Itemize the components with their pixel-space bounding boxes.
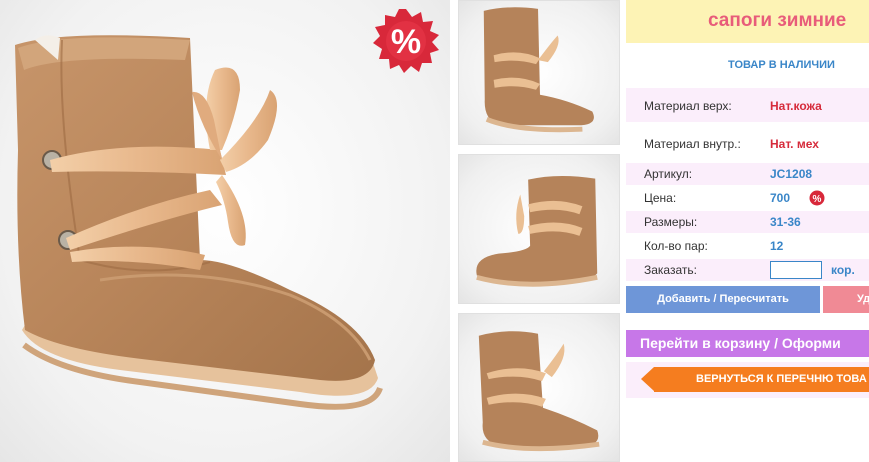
material-top-label: Материал верх:	[644, 99, 732, 113]
price-discount-text: %	[813, 194, 822, 205]
thumbnail-2[interactable]	[458, 154, 620, 304]
price-value: 700	[770, 191, 791, 205]
spec-row-order: Заказать: кор.	[626, 259, 869, 281]
spec-row-pairs: Кол-во пар: 12	[626, 235, 869, 257]
sizes-label: Размеры:	[644, 215, 698, 229]
boot-thumb-side	[483, 7, 594, 133]
sizes-value: 31-36	[770, 215, 801, 229]
spec-row-sizes: Размеры: 31-36	[626, 211, 869, 233]
pairs-value: 12	[770, 239, 784, 253]
thumbnail-1[interactable]	[458, 0, 620, 145]
spec-row-article: Артикул: JC1208	[626, 163, 869, 185]
sale-badge: %	[371, 8, 441, 74]
article-label: Артикул:	[644, 167, 693, 181]
add-recalculate-button[interactable]: Добавить / Пересчитать	[626, 286, 820, 313]
sale-badge-text: %	[391, 23, 421, 61]
spec-row-material-inner: Материал внутр.: Нат. мех	[626, 129, 869, 159]
spec-row-price: Цена: 700 %	[626, 187, 869, 209]
percent-starburst-icon: %	[373, 9, 439, 73]
pairs-label: Кол-во пар:	[644, 239, 708, 253]
order-quantity-input[interactable]	[770, 261, 822, 279]
price-discount-icon: %	[809, 190, 825, 206]
back-button-area: ВЕРНУТЬСЯ К ПЕРЕЧНЮ ТОВА	[626, 362, 869, 398]
boot-thumb-front	[476, 175, 598, 287]
delete-button[interactable]: Уд	[823, 286, 869, 313]
material-inner-value: Нат. мех	[770, 137, 819, 151]
main-product-image[interactable]: %	[0, 0, 450, 462]
price-label: Цена:	[644, 191, 677, 205]
stock-status: ТОВАР В НАЛИЧИИ	[728, 59, 835, 71]
back-to-list-button[interactable]: ВЕРНУТЬСЯ К ПЕРЕЧНЮ ТОВА	[641, 367, 869, 392]
thumbnail-3[interactable]	[458, 313, 620, 462]
material-top-value: Нат.кожа	[770, 99, 822, 113]
material-inner-label: Материал внутр.:	[644, 137, 741, 151]
spec-row-material-top: Материал верх: Нат.кожа	[626, 88, 869, 122]
order-unit: кор.	[831, 263, 855, 277]
boot-thumb-angle	[478, 331, 600, 452]
go-to-cart-button[interactable]: Перейти в корзину / Оформи	[626, 330, 869, 357]
article-value: JC1208	[770, 167, 813, 181]
product-title: сапоги зимние	[626, 0, 869, 43]
order-label: Заказать:	[644, 263, 697, 277]
product-info-panel: сапоги зимние ТОВАР В НАЛИЧИИ Материал в…	[626, 0, 869, 462]
